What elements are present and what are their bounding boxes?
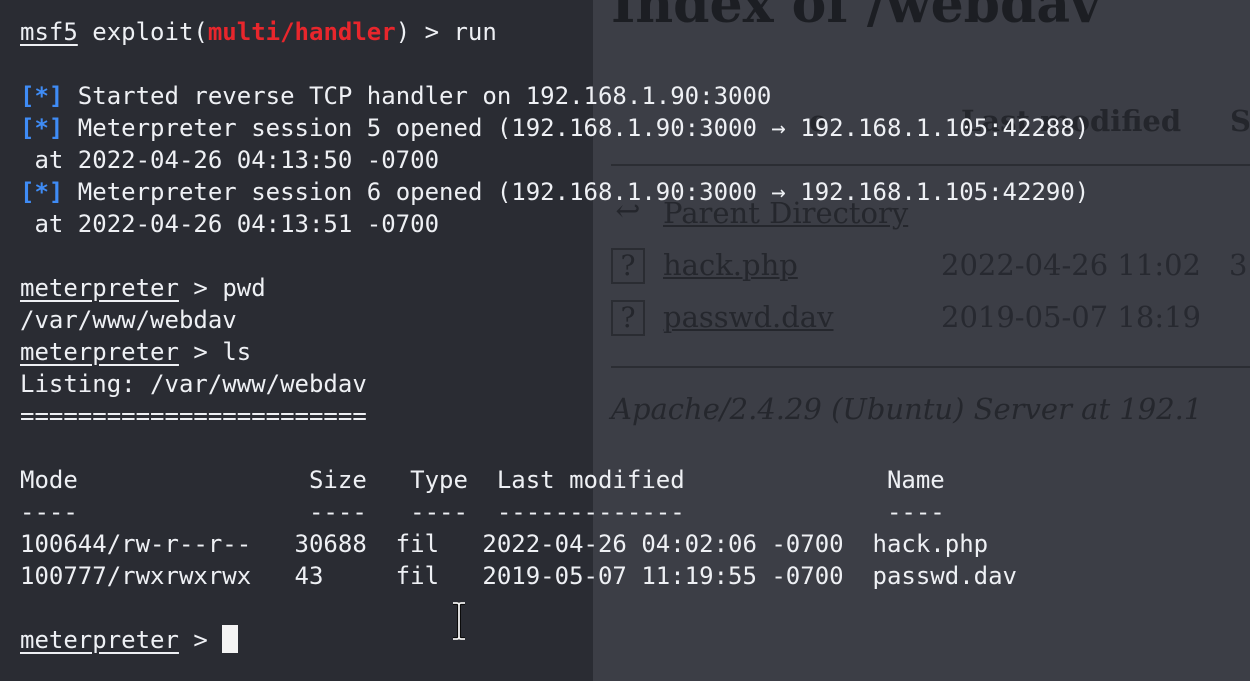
status-line-continuation: at 2022-04-26 04:13:50 -0700: [20, 146, 440, 174]
module-name: multi/handler: [207, 18, 396, 46]
table-header: Mode Size Type Last modified Name: [20, 466, 945, 494]
command-output: /var/www/webdav: [20, 306, 237, 334]
info-marker: [*]: [20, 82, 64, 110]
command-text: run: [453, 18, 497, 46]
info-marker: [*]: [20, 114, 64, 142]
table-row: 100644/rw-r--r-- 30688 fil 2022-04-26 04…: [20, 530, 989, 558]
meterpreter-prompt: meterpreter: [20, 626, 179, 654]
terminal-window[interactable]: msf5 exploit(multi/handler) > run [*] St…: [0, 0, 1250, 681]
msf-prompt: msf5: [20, 18, 78, 46]
status-line-continuation: at 2022-04-26 04:13:51 -0700: [20, 210, 440, 238]
status-line: [*] Started reverse TCP handler on 192.1…: [20, 82, 772, 110]
meterpreter-prompt-line[interactable]: meterpreter >: [20, 624, 239, 656]
msf-prompt-line: msf5 exploit(multi/handler) > run: [20, 18, 497, 46]
status-line: [*] Meterpreter session 6 opened (192.16…: [20, 178, 1090, 206]
status-line: [*] Meterpreter session 5 opened (192.16…: [20, 114, 1090, 142]
text-cursor[interactable]: [222, 625, 239, 653]
meterpreter-prompt: meterpreter: [20, 274, 179, 302]
meterpreter-prompt-line: meterpreter > ls: [20, 338, 252, 366]
info-marker: [*]: [20, 178, 64, 206]
listing-title: Listing: /var/www/webdav: [20, 370, 367, 398]
meterpreter-prompt-line: meterpreter > pwd: [20, 274, 266, 302]
command-text: pwd: [222, 274, 266, 302]
ibeam-cursor-icon: [453, 602, 465, 640]
command-text: ls: [222, 338, 252, 366]
table-row: 100777/rwxrwxrwx 43 fil 2019-05-07 11:19…: [20, 562, 1017, 590]
meterpreter-prompt: meterpreter: [20, 338, 179, 366]
listing-rule: ========================: [20, 402, 367, 430]
table-rule: ---- ---- ---- ------------- ----: [20, 498, 945, 526]
